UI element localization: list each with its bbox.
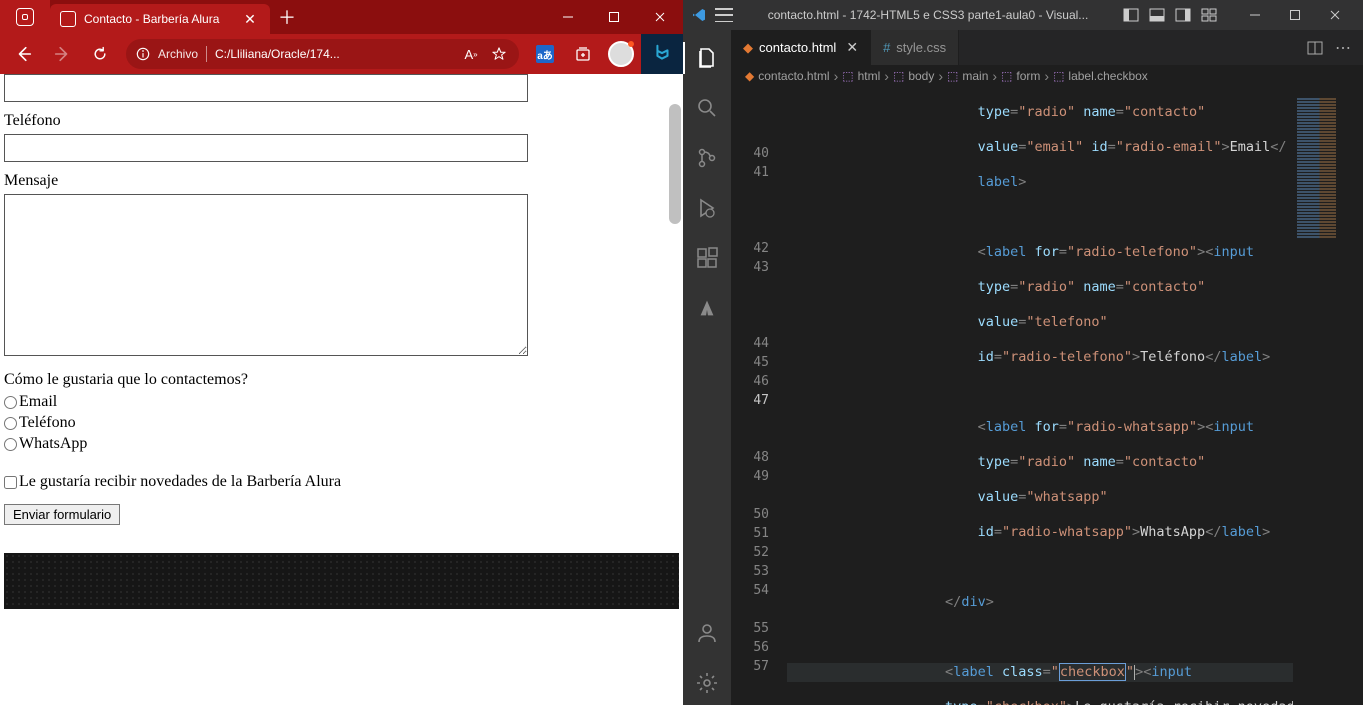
line-number-gutter: 40 41 42 43 44 45 46 47 — [731, 87, 787, 705]
vsc-minimize-button[interactable] — [1235, 0, 1275, 30]
tab-title: Contacto - Barbería Alura — [84, 12, 232, 26]
back-button[interactable] — [6, 38, 42, 70]
radio-whatsapp-label: WhatsApp — [19, 435, 87, 452]
contact-question: Cómo le gustaria que lo contactemos? — [4, 371, 679, 389]
telefono-label: Teléfono — [4, 112, 679, 130]
radio-telefono-label: Teléfono — [19, 414, 76, 431]
radio-option-telefono[interactable]: Teléfono — [4, 414, 679, 432]
search-icon[interactable] — [683, 86, 731, 130]
newsletter-checkbox-line[interactable]: Le gustaría recibir novedades de la Barb… — [4, 473, 679, 491]
minimize-button[interactable] — [545, 0, 591, 34]
profile-avatar[interactable] — [603, 38, 639, 70]
layout-panel-left-icon[interactable] — [1123, 8, 1139, 22]
layout-panel-right-icon[interactable] — [1175, 8, 1191, 22]
html-file-icon: ◆ — [743, 40, 753, 56]
crumb[interactable]: form — [1016, 69, 1040, 83]
page-favicon-icon — [60, 11, 76, 27]
crumb[interactable]: label.checkbox — [1068, 69, 1147, 83]
vscode-logo-icon — [691, 7, 707, 23]
scrollbar-thumb[interactable] — [669, 104, 681, 224]
window-title: contacto.html - 1742-HTML5 e CSS3 parte1… — [741, 8, 1115, 22]
crumb[interactable]: body — [908, 69, 934, 83]
favorites-icon[interactable] — [489, 44, 509, 64]
layout-customize-icon[interactable] — [1201, 8, 1217, 22]
radio-option-whatsapp[interactable]: WhatsApp — [4, 435, 679, 453]
url-protocol-label: Archivo — [158, 47, 198, 61]
close-window-button[interactable] — [637, 0, 683, 34]
css-file-icon: # — [883, 40, 890, 55]
site-info-icon[interactable] — [136, 47, 150, 61]
radio-email-label: Email — [19, 393, 57, 410]
translate-icon[interactable]: aあ — [527, 38, 563, 70]
page-footer — [4, 553, 679, 609]
tab-label: style.css — [896, 40, 946, 55]
radio-whatsapp[interactable] — [4, 438, 17, 451]
account-icon[interactable] — [683, 611, 731, 655]
extensions-icon[interactable] — [683, 236, 731, 280]
mensaje-label: Mensaje — [4, 172, 679, 190]
separator — [206, 46, 207, 62]
code-editor[interactable]: type="radio" name="contacto" value="emai… — [787, 87, 1363, 705]
vsc-close-button[interactable] — [1315, 0, 1355, 30]
layout-panel-bottom-icon[interactable] — [1149, 8, 1165, 22]
tab-contacto-html[interactable]: ◆ contacto.html ✕ — [731, 30, 871, 65]
newsletter-checkbox[interactable] — [4, 476, 17, 489]
mensaje-textarea[interactable] — [4, 194, 528, 356]
collections-icon[interactable] — [565, 38, 601, 70]
source-control-icon[interactable] — [683, 136, 731, 180]
maximize-button[interactable] — [591, 0, 637, 34]
run-debug-icon[interactable] — [683, 186, 731, 230]
radio-email[interactable] — [4, 396, 17, 409]
minimap[interactable] — [1293, 87, 1363, 705]
telefono-field[interactable] — [4, 134, 528, 162]
breadcrumbs[interactable]: ◆ contacto.html › ⬚ html › ⬚ body › ⬚ ma… — [731, 65, 1363, 87]
refresh-button[interactable] — [82, 38, 118, 70]
close-tab-icon[interactable]: ✕ — [846, 39, 858, 56]
crumb[interactable]: html — [858, 69, 881, 83]
newsletter-label: Le gustaría recibir novedades de la Barb… — [19, 473, 341, 490]
page-body: Teléfono Mensaje Cómo le gustaria que lo… — [0, 74, 683, 609]
close-tab-button[interactable]: ✕ — [240, 9, 260, 29]
browser-tab-active[interactable]: Contacto - Barbería Alura ✕ — [50, 4, 270, 34]
email-field[interactable] — [4, 74, 528, 102]
reading-view-icon[interactable]: A» — [461, 44, 481, 64]
tab-more-icon[interactable]: ⋯ — [1335, 38, 1353, 58]
split-editor-icon[interactable] — [1307, 41, 1323, 55]
settings-gear-icon[interactable] — [683, 661, 731, 705]
explorer-icon[interactable] — [683, 36, 731, 80]
crumb[interactable]: contacto.html — [758, 69, 829, 83]
radio-telefono[interactable] — [4, 417, 17, 430]
tab-label: contacto.html — [759, 40, 836, 55]
vsc-maximize-button[interactable] — [1275, 0, 1315, 30]
submit-button[interactable]: Enviar formulario — [4, 504, 120, 525]
app-menu-button[interactable] — [715, 8, 733, 22]
new-tab-button[interactable]: ＋ — [270, 0, 304, 34]
edge-workspace-icon[interactable] — [16, 8, 34, 26]
radio-option-email[interactable]: Email — [4, 393, 679, 411]
url-text: C:/Lliliana/Oracle/174... — [215, 47, 453, 61]
address-bar[interactable]: Archivo C:/Lliliana/Oracle/174... A» — [126, 39, 519, 69]
atlassian-icon[interactable] — [683, 286, 731, 330]
forward-button[interactable] — [44, 38, 80, 70]
tab-style-css[interactable]: # style.css — [871, 30, 959, 65]
crumb[interactable]: main — [962, 69, 988, 83]
bing-copilot-button[interactable] — [641, 34, 683, 74]
